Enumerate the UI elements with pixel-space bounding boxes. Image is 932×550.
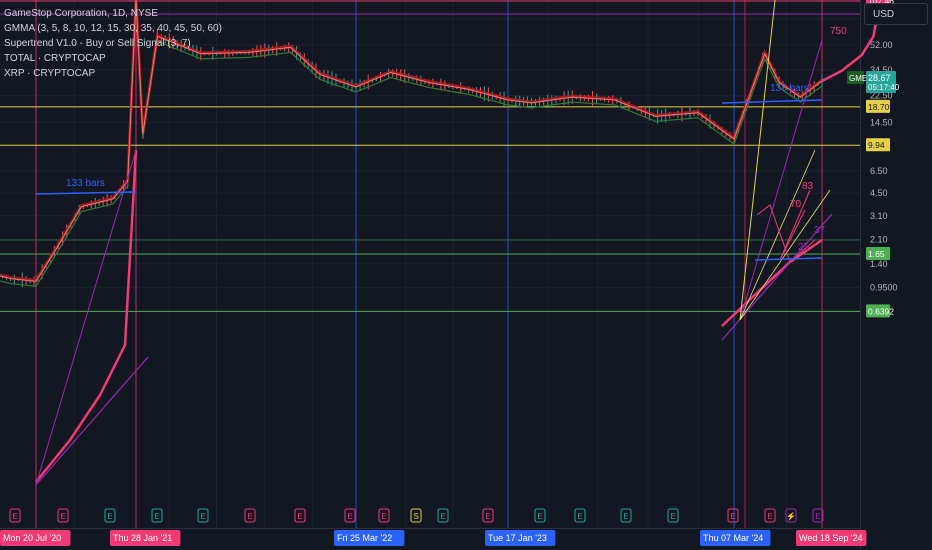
y-tick-label: 3.10 xyxy=(870,211,888,221)
earnings-marker-glyph: E xyxy=(60,512,65,521)
chart-annotation: 25 xyxy=(798,242,810,253)
date-badge: Wed 18 Sep '24 xyxy=(799,533,863,543)
ticker-label: GME xyxy=(849,74,867,83)
earnings-marker-glyph: E xyxy=(440,512,445,521)
price-label: 1.65 xyxy=(868,249,885,259)
earnings-marker-glyph: E xyxy=(623,512,628,521)
y-tick-label: 6.50 xyxy=(870,166,888,176)
earnings-marker-glyph: E xyxy=(12,512,17,521)
legend-supertrend[interactable]: Supertrend V1.0 - Buy or Sell Signal (3,… xyxy=(4,36,222,51)
legend-xrp-cryptocap[interactable]: XRP · CRYPTOCAP xyxy=(4,66,222,81)
earnings-marker-glyph: E xyxy=(670,512,675,521)
y-tick-label: 52.00 xyxy=(870,40,893,50)
y-tick-label: 1.40 xyxy=(870,259,888,269)
earnings-marker-glyph: E xyxy=(577,512,582,521)
current-price-label: 28.67 xyxy=(868,73,891,83)
price-chart[interactable]: 600.00400.00260.00180.00120.0080.0052.00… xyxy=(0,0,932,550)
chart-legend: GameStop Corporation, 1D, NYSE GMMA (3, … xyxy=(4,6,222,81)
price-label: 9.94 xyxy=(868,140,885,150)
countdown-label: 05:17:40 xyxy=(868,83,900,92)
chart-annotation: 37 xyxy=(814,225,826,236)
legend-total-cryptocap[interactable]: TOTAL · CRYPTOCAP xyxy=(4,51,222,66)
chart-annotation: 750 xyxy=(830,26,847,37)
y-tick-label: 14.50 xyxy=(870,117,893,127)
price-label: 18.70 xyxy=(868,102,890,112)
earnings-marker-glyph: E xyxy=(200,512,205,521)
date-badge: Fri 25 Mar '22 xyxy=(337,533,392,543)
earnings-marker-glyph: E xyxy=(485,512,490,521)
chart-annotation: 133 bars xyxy=(66,178,105,189)
earnings-marker-glyph: E xyxy=(537,512,542,521)
earnings-marker-glyph: E xyxy=(154,512,159,521)
y-tick-label: 2.10 xyxy=(870,234,888,244)
legend-gmma[interactable]: GMMA (3, 5, 8, 10, 12, 15, 30, 35, 40, 4… xyxy=(4,21,222,36)
y-tick-label: 4.50 xyxy=(870,188,888,198)
y-tick-label: 0.9500 xyxy=(870,282,898,292)
chart-annotation: 83 xyxy=(802,181,814,192)
date-badge: Mon 20 Jul '20 xyxy=(3,533,61,543)
legend-title[interactable]: GameStop Corporation, 1D, NYSE xyxy=(4,6,222,21)
earnings-marker-glyph: E xyxy=(347,512,352,521)
earnings-marker-glyph: E xyxy=(297,512,302,521)
earnings-marker-glyph: E xyxy=(247,512,252,521)
earnings-marker-glyph: E xyxy=(815,512,820,521)
currency-selector[interactable]: USD xyxy=(864,3,928,25)
date-badge: Tue 17 Jan '23 xyxy=(488,533,547,543)
earnings-marker-glyph: E xyxy=(107,512,112,521)
chart-annotation: 133 bars xyxy=(770,83,809,94)
chart-annotation: 70 xyxy=(790,199,802,210)
earnings-marker-glyph: ⚡ xyxy=(786,511,796,521)
date-badge: Thu 28 Jan '21 xyxy=(113,533,172,543)
price-label: 0.6392 xyxy=(868,306,894,316)
earnings-marker-glyph: E xyxy=(381,512,386,521)
earnings-marker-glyph: E xyxy=(730,512,735,521)
date-badge: Thu 07 Mar '24 xyxy=(703,533,763,543)
earnings-marker-glyph: E xyxy=(767,512,772,521)
earnings-marker-glyph: S xyxy=(413,512,418,521)
